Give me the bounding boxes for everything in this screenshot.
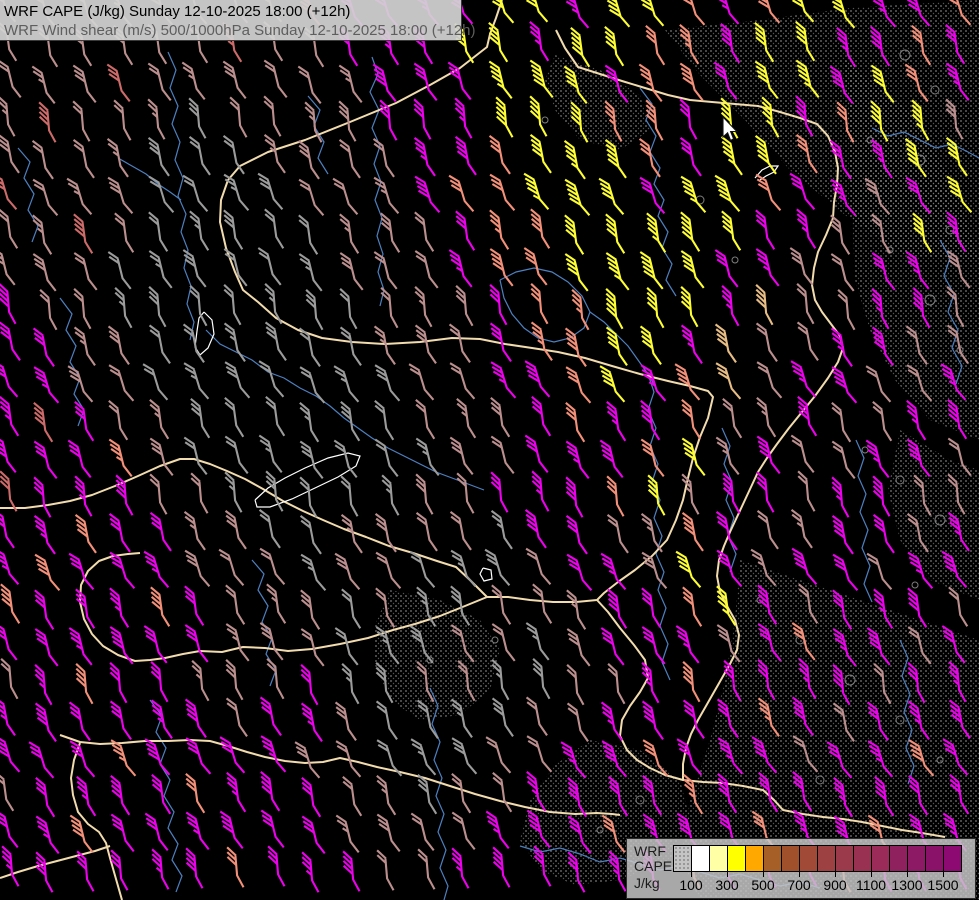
legend-tick-label: 700 xyxy=(787,877,810,893)
legend-cell xyxy=(818,846,836,871)
weather-map-canvas[interactable] xyxy=(0,0,979,900)
cape-title: WRF CAPE (J/kg) Sunday 12-10-2025 18:00 … xyxy=(4,2,461,21)
legend-cell xyxy=(890,846,908,871)
legend-cell xyxy=(836,846,854,871)
legend-cell xyxy=(692,846,710,871)
legend-cell xyxy=(746,846,764,871)
legend-tick-label: 1300 xyxy=(891,877,922,893)
legend-tick-label: 1500 xyxy=(927,877,958,893)
legend-tick-label: 500 xyxy=(751,877,774,893)
legend-label-cape: CAPE xyxy=(634,859,672,873)
legend-cell xyxy=(872,846,890,871)
weather-map-viewer: WRF CAPE (J/kg) Sunday 12-10-2025 18:00 … xyxy=(0,0,979,900)
legend-cell xyxy=(782,846,800,871)
legend-tick-label: 900 xyxy=(823,877,846,893)
legend-tick-label: 300 xyxy=(715,877,738,893)
map-title-box: WRF CAPE (J/kg) Sunday 12-10-2025 18:00 … xyxy=(0,0,462,41)
legend-cell xyxy=(800,846,818,871)
legend-cell xyxy=(908,846,926,871)
legend-tick-label: 100 xyxy=(679,877,702,893)
legend-cell xyxy=(944,846,961,871)
legend-label-unit: J/kg xyxy=(634,876,660,890)
legend-label-wrf: WRF xyxy=(634,844,666,858)
wind-shear-title: WRF Wind shear (m/s) 500/1000hPa Sunday … xyxy=(4,21,461,40)
cape-legend: WRF CAPE J/kg 100 300 500 700 900 1100 1300 150… xyxy=(626,838,976,899)
legend-cell xyxy=(728,846,746,871)
legend-tick-label: 1100 xyxy=(856,877,886,893)
legend-cell xyxy=(764,846,782,871)
legend-cell xyxy=(710,846,728,871)
legend-cell xyxy=(854,846,872,871)
legend-colorbar xyxy=(673,845,962,872)
legend-cell xyxy=(926,846,944,871)
legend-cell xyxy=(674,846,692,871)
